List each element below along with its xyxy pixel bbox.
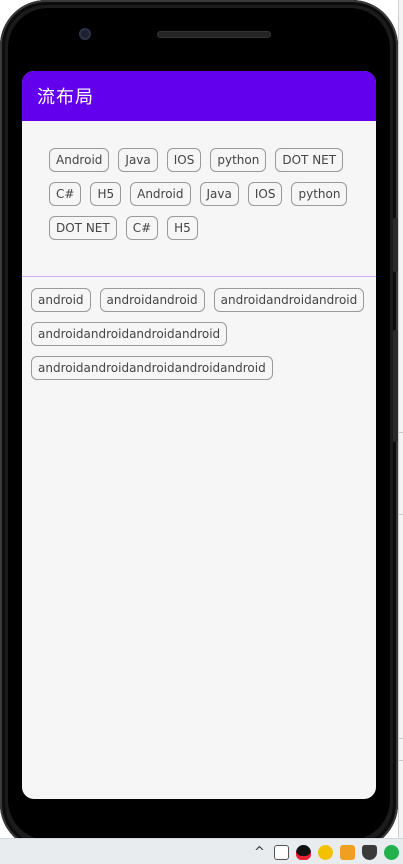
tag-button[interactable]: IOS — [247, 182, 283, 206]
edge-divider — [399, 432, 403, 433]
tag-button[interactable]: DOT NET — [275, 148, 344, 172]
tag-button[interactable]: python — [210, 148, 267, 172]
tag-button[interactable]: C# — [125, 216, 159, 240]
earpiece-speaker — [157, 31, 271, 38]
system-tray: ^ — [252, 845, 399, 860]
tag-button[interactable]: IOS — [166, 148, 202, 172]
add-icon[interactable] — [318, 845, 333, 860]
tag-button[interactable]: H5 — [90, 182, 122, 206]
shield-icon[interactable] — [362, 845, 377, 860]
tag-button[interactable]: C# — [49, 182, 82, 206]
device-icon[interactable] — [274, 845, 289, 860]
flow-layout-bottom: android androidandroid androidandroidandro… — [22, 277, 376, 380]
volume-button[interactable] — [393, 330, 398, 442]
taskbar: ^ — [0, 838, 403, 864]
page-title: 流布局 — [37, 87, 94, 108]
app-bar: 流布局 — [22, 71, 376, 121]
flow-layout-top: Android Java IOS python DOT NET C# H5 Android Ja… — [22, 121, 376, 276]
tag-button[interactable]: H5 — [167, 216, 198, 240]
background-window-edge — [398, 0, 403, 838]
chat-icon[interactable] — [384, 845, 399, 860]
chevron-up-icon[interactable]: ^ — [252, 845, 267, 860]
penguin-icon[interactable] — [296, 845, 311, 860]
tag-button[interactable]: androidandroidandroid — [213, 288, 365, 312]
edge-divider — [399, 738, 403, 739]
tag-button[interactable]: Android — [130, 182, 191, 206]
calendar-icon[interactable] — [340, 845, 355, 860]
tag-button[interactable]: androidandroid — [99, 288, 205, 312]
tag-button[interactable]: Java — [118, 148, 158, 172]
tag-button[interactable]: androidandroidandroidandroidandroid — [31, 356, 273, 380]
tag-button[interactable]: python — [291, 182, 348, 206]
tag-button[interactable]: android — [31, 288, 91, 312]
tag-button[interactable]: Android — [49, 148, 110, 172]
front-camera — [79, 28, 91, 40]
tag-button[interactable]: androidandroidandroidandroid — [31, 322, 228, 346]
edge-divider — [399, 514, 403, 515]
phone-frame: 流布局 Android Java IOS python DOT NET C# H5 Andro… — [0, 0, 398, 850]
tag-button[interactable]: DOT NET — [49, 216, 117, 240]
app-screen: 流布局 Android Java IOS python DOT NET C# H5 Andro… — [22, 71, 376, 799]
desktop: 流布局 Android Java IOS python DOT NET C# H5 Andro… — [0, 0, 403, 864]
power-button[interactable] — [393, 218, 398, 272]
tag-button[interactable]: Java — [199, 182, 239, 206]
edge-divider — [399, 760, 403, 761]
